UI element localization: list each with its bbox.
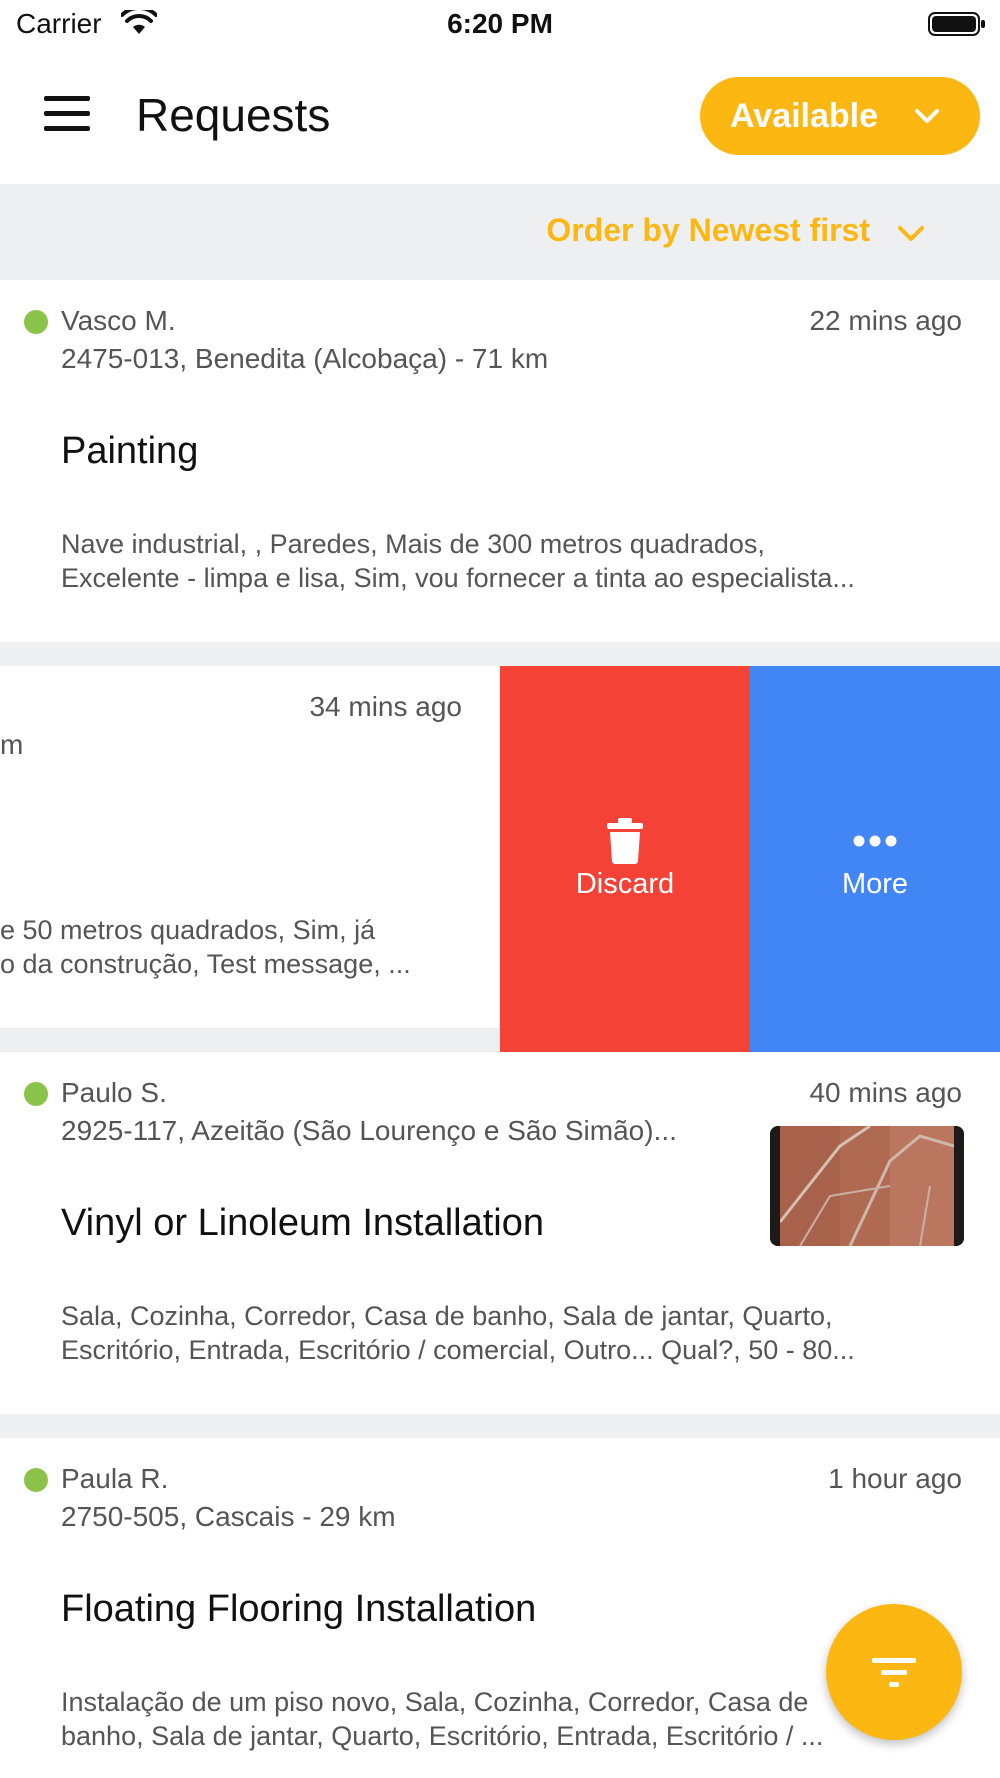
card-divider (0, 1414, 1000, 1438)
request-location: 2475-013, Benedita (Alcobaça) - 71 km (61, 343, 549, 374)
online-status-dot (24, 1468, 48, 1492)
request-time: 22 mins ago (809, 305, 962, 336)
battery-icon (928, 12, 985, 36)
request-time: 40 mins ago (809, 1077, 962, 1108)
request-description-line: Nave industrial, , Paredes, Mais de 300 … (61, 529, 765, 559)
request-card[interactable]: Paula R. 1 hour ago 2750-505, Cascais - … (0, 1438, 1000, 1778)
discard-label: Discard (575, 868, 675, 900)
request-description-line: Sala, Cozinha, Corredor, Casa de banho, … (61, 1301, 833, 1331)
request-location: 2750-505, Cascais - 29 km (61, 1501, 396, 1532)
more-dots-icon (853, 835, 897, 847)
request-description-line: banho, Sala de jantar, Quarto, Escritóri… (61, 1721, 824, 1751)
more-button[interactable]: More (750, 666, 1000, 1052)
app-header: Requests Available (0, 52, 1000, 184)
request-photo-thumbnail[interactable] (770, 1126, 964, 1246)
sort-bar[interactable]: Order by Newest first (0, 184, 1000, 280)
request-description-line: e 50 metros quadrados, Sim, já (0, 915, 376, 945)
page-title: Requests (136, 89, 331, 141)
request-location: 2925-117, Azeitão (São Lourenço e São Si… (61, 1115, 677, 1146)
clock: 6:20 PM (447, 8, 553, 39)
filter-icon (872, 1658, 916, 1687)
request-card-swiped[interactable]: 34 mins ago m e 50 metros quadrados, Sim… (0, 666, 500, 1028)
discard-button[interactable]: Discard (500, 666, 750, 1052)
client-name: Paulo S. (61, 1077, 167, 1108)
filter-fab-button[interactable] (826, 1604, 962, 1740)
chevron-down-icon (898, 226, 924, 241)
request-description-line: Instalação de um piso novo, Sala, Cozinh… (61, 1687, 809, 1717)
request-card[interactable]: Vasco M. 22 mins ago 2475-013, Benedita … (0, 280, 1000, 642)
sort-label: Order by Newest first (546, 212, 870, 248)
service-title: Vinyl or Linoleum Installation (61, 1202, 545, 1244)
hamburger-menu-icon[interactable] (44, 96, 90, 132)
request-description-line: Escritório, Entrada, Escritório / comerc… (61, 1335, 855, 1365)
more-label: More (841, 868, 909, 900)
status-bar: Carrier 6:20 PM (0, 0, 1000, 52)
request-time: 34 mins ago (309, 691, 462, 722)
photo-image (770, 1126, 964, 1246)
client-name: Vasco M. (61, 305, 176, 336)
online-status-dot (24, 310, 48, 334)
screen: Carrier 6:20 PM Requests Available Order… (0, 0, 1000, 1778)
availability-label: Available (730, 97, 879, 135)
client-name: Paula R. (61, 1463, 169, 1494)
trash-icon (607, 818, 643, 864)
card-divider (0, 642, 1000, 666)
request-location: m (0, 729, 24, 760)
card-divider (0, 1028, 500, 1052)
chevron-down-icon (915, 109, 939, 123)
request-description-line: Excelente - limpa e lisa, Sim, vou forne… (61, 563, 855, 593)
request-time: 1 hour ago (828, 1463, 962, 1494)
availability-dropdown[interactable]: Available (700, 77, 980, 155)
online-status-dot (24, 1082, 48, 1106)
service-title: Floating Flooring Installation (61, 1588, 537, 1630)
request-description-line: o da construção, Test message, ... (0, 949, 411, 979)
service-title: Painting (61, 430, 199, 472)
